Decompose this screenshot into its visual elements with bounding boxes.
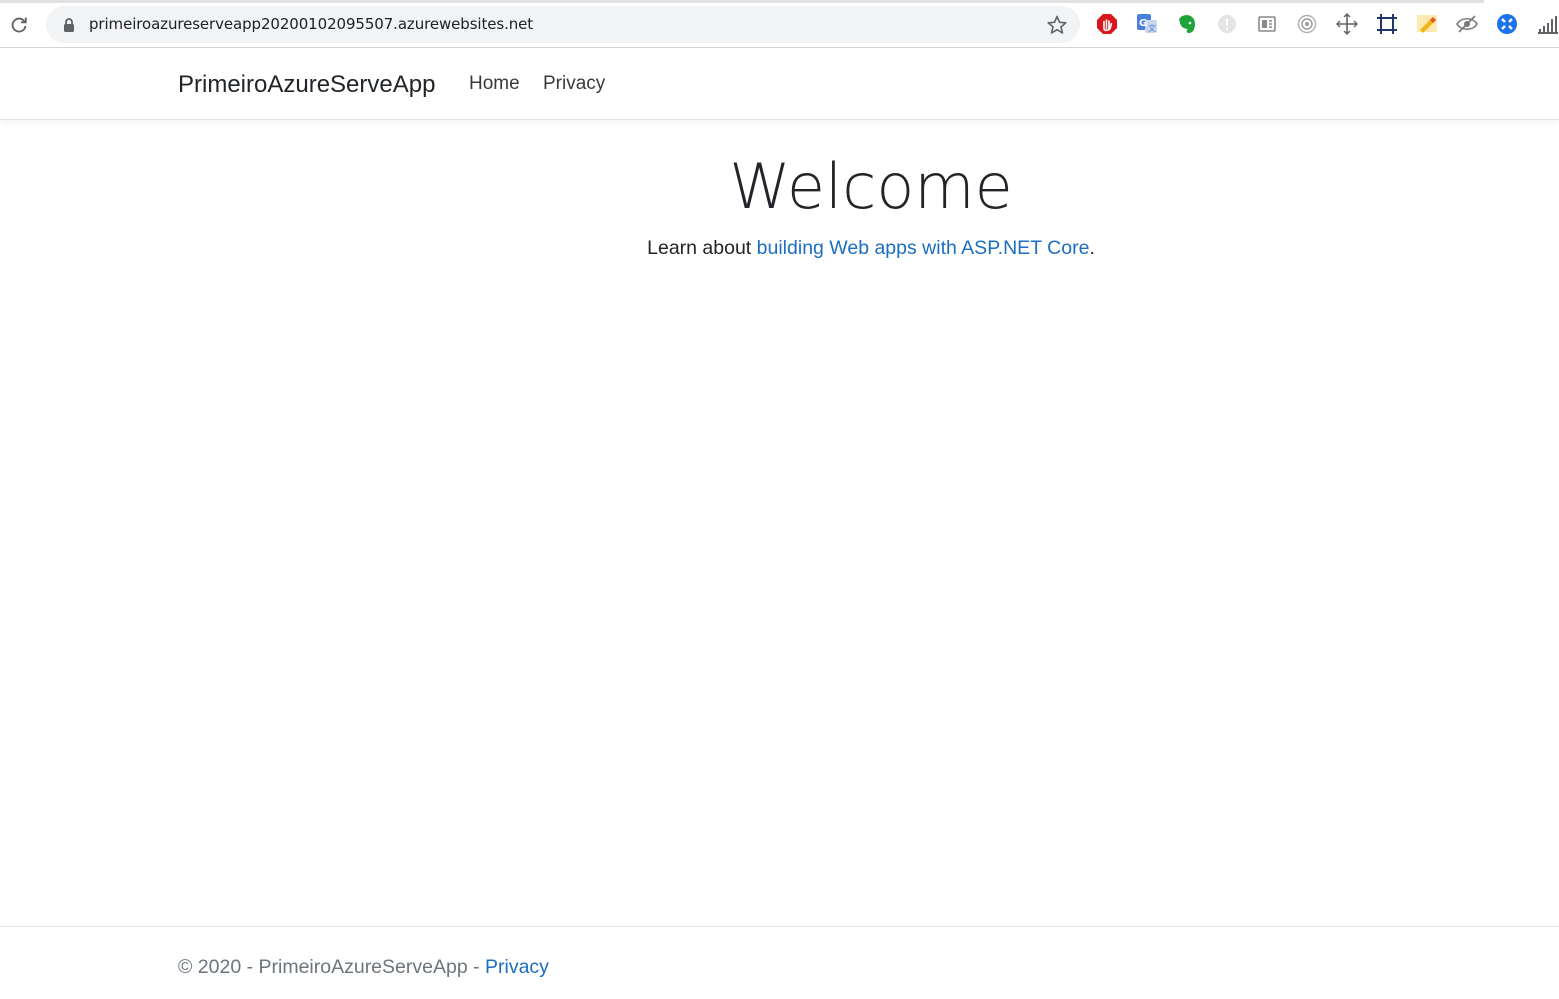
signal-bars-icon[interactable] — [1536, 13, 1558, 35]
eye-slash-icon[interactable] — [1456, 13, 1478, 35]
welcome-title: Welcome — [729, 150, 1013, 223]
footer-privacy-link[interactable]: Privacy — [485, 956, 549, 978]
lock-icon[interactable] — [62, 17, 76, 33]
svg-text:文: 文 — [1148, 23, 1156, 33]
browser-toolbar: primeiroazureserveapp20200102095507.azur… — [0, 0, 1559, 48]
target-icon[interactable] — [1296, 13, 1318, 35]
blue-circle-icon[interactable] — [1496, 13, 1518, 35]
move-cross-icon[interactable] — [1336, 13, 1358, 35]
nav-privacy-link[interactable]: Privacy — [543, 73, 605, 95]
lead-suffix: . — [1089, 237, 1095, 259]
aspnet-docs-link[interactable]: building Web apps with ASP.NET Core — [757, 237, 1090, 259]
bookmark-star-icon[interactable] — [1046, 14, 1068, 36]
address-bar[interactable]: primeiroazureserveapp20200102095507.azur… — [46, 6, 1080, 43]
url-text[interactable]: primeiroazureserveapp20200102095507.azur… — [89, 15, 533, 33]
site-footer: © 2020 - PrimeiroAzureServeApp - Privacy — [0, 926, 1559, 999]
brand-link[interactable]: PrimeiroAzureServeApp — [178, 71, 435, 99]
lead-prefix: Learn about — [647, 237, 757, 259]
grey-circle-icon[interactable] — [1216, 13, 1238, 35]
adblock-icon[interactable] — [1096, 13, 1118, 35]
lead-paragraph: Learn about building Web apps with ASP.N… — [0, 237, 1559, 260]
reload-button[interactable] — [8, 14, 30, 36]
crop-frame-icon[interactable] — [1376, 13, 1398, 35]
reader-icon[interactable] — [1256, 13, 1278, 35]
footer-copyright: © 2020 - PrimeiroAzureServeApp - — [178, 956, 485, 978]
site-navbar: PrimeiroAzureServeApp Home Privacy — [0, 49, 1559, 120]
reload-icon — [11, 17, 27, 33]
svg-text:G: G — [1139, 18, 1147, 29]
tab-strip-edge — [0, 0, 1484, 3]
highlighter-icon[interactable] — [1416, 13, 1438, 35]
footer-text: © 2020 - PrimeiroAzureServeApp - Privacy — [178, 956, 549, 979]
evernote-icon[interactable] — [1176, 13, 1198, 35]
google-translate-icon[interactable]: G 文 — [1136, 13, 1158, 35]
nav-home-link[interactable]: Home — [469, 73, 520, 95]
